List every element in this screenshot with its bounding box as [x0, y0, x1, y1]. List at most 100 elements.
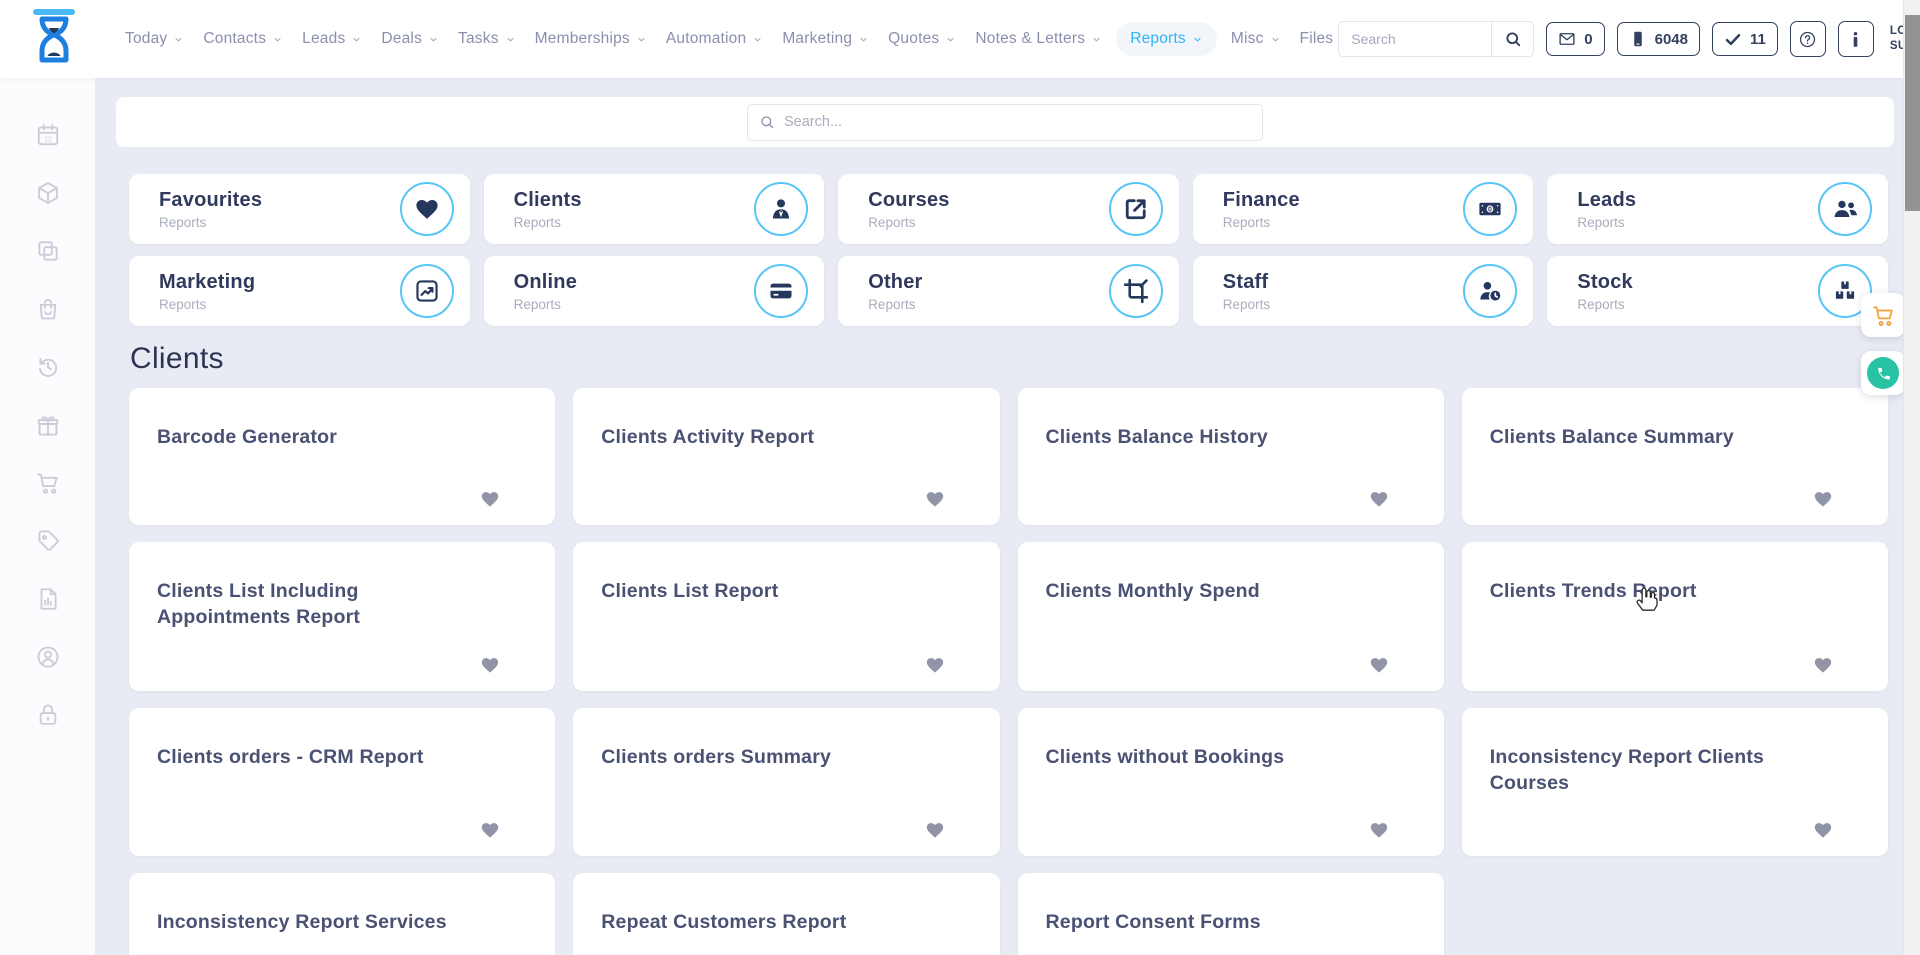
cart-icon[interactable] — [35, 470, 61, 496]
report-card-clients-balance-summary[interactable]: Clients Balance Summary — [1462, 388, 1888, 525]
category-text: FinanceReports — [1223, 189, 1450, 230]
account-icon[interactable] — [35, 644, 61, 670]
top-navbar: Today Contacts Leads Deals Tasks Memberships A… — [0, 0, 1903, 78]
nav-item-files[interactable]: Files — [1295, 22, 1339, 56]
nav-item-today[interactable]: Today — [120, 22, 189, 56]
report-title: Clients orders - CRM Report — [157, 744, 527, 770]
history-icon[interactable] — [35, 354, 61, 380]
nav-item-reports[interactable]: Reports — [1116, 22, 1217, 56]
report-category-grid: FavouritesReportsClientsReportsCoursesRe… — [129, 174, 1888, 326]
category-title: Leads — [1577, 189, 1804, 212]
category-card-leads[interactable]: LeadsReports — [1547, 174, 1888, 244]
chevron-down-icon — [428, 34, 439, 45]
chevron-down-icon — [858, 34, 869, 45]
favourite-heart-icon[interactable] — [1368, 820, 1390, 840]
report-card-clients-list-including-appointments-report[interactable]: Clients List Including Appointments Repo… — [129, 542, 555, 691]
nav-item-notes-letters[interactable]: Notes & Letters — [970, 22, 1107, 56]
favourite-heart-icon[interactable] — [924, 655, 946, 675]
favourite-heart-icon[interactable] — [479, 655, 501, 675]
favourite-heart-icon[interactable] — [924, 489, 946, 509]
nav-item-misc[interactable]: Misc — [1226, 22, 1286, 56]
lock-icon[interactable] — [35, 702, 61, 728]
calendar-icon[interactable]: 12 — [35, 122, 61, 148]
category-card-online[interactable]: OnlineReports — [484, 256, 825, 326]
favourite-heart-icon[interactable] — [1812, 489, 1834, 509]
header-right-cluster: 0604811 LONDON SUPPORT — [1338, 18, 1920, 60]
report-card-inconsistency-report-clients-courses[interactable]: Inconsistency Report Clients Courses — [1462, 708, 1888, 857]
category-title: Favourites — [159, 189, 386, 212]
phone-badge-count: 6048 — [1655, 31, 1688, 48]
nav-item-marketing[interactable]: Marketing — [777, 22, 874, 56]
category-subtitle: Reports — [868, 297, 1095, 312]
report-card-clients-orders-crm-report[interactable]: Clients orders - CRM Report — [129, 708, 555, 857]
category-subtitle: Reports — [868, 215, 1095, 230]
phone-badge-button[interactable]: 6048 — [1617, 22, 1700, 56]
nav-item-leads[interactable]: Leads — [297, 22, 367, 56]
tasks-badge-button[interactable]: 11 — [1712, 22, 1778, 56]
favourite-heart-icon[interactable] — [924, 820, 946, 840]
report-card-clients-orders-summary[interactable]: Clients orders Summary — [573, 708, 999, 857]
report-card-clients-activity-report[interactable]: Clients Activity Report — [573, 388, 999, 525]
main-nav: Today Contacts Leads Deals Tasks Memberships A… — [120, 22, 1338, 56]
check-icon — [1724, 30, 1742, 48]
shopping-bag-icon[interactable] — [35, 296, 61, 322]
nav-item-memberships[interactable]: Memberships — [530, 22, 652, 56]
nav-item-tasks[interactable]: Tasks — [453, 22, 521, 56]
copy-icon[interactable] — [35, 238, 61, 264]
category-title: Other — [868, 271, 1095, 294]
cart-floating-button[interactable] — [1861, 293, 1905, 337]
report-card-repeat-customers-report[interactable]: Repeat Customers Report — [573, 873, 999, 955]
favourite-heart-icon[interactable] — [1812, 820, 1834, 840]
report-card-clients-trends-report[interactable]: Clients Trends Report — [1462, 542, 1888, 691]
nav-item-label: Files — [1300, 30, 1334, 48]
category-subtitle: Reports — [1577, 297, 1804, 312]
category-card-clients[interactable]: ClientsReports — [484, 174, 825, 244]
app-logo-icon[interactable] — [28, 8, 80, 70]
nav-item-contacts[interactable]: Contacts — [198, 22, 288, 56]
category-text: OnlineReports — [514, 271, 741, 312]
nav-item-automation[interactable]: Automation — [661, 22, 768, 56]
favourite-heart-icon[interactable] — [1812, 655, 1834, 675]
category-card-finance[interactable]: FinanceReports0 — [1193, 174, 1534, 244]
category-card-courses[interactable]: CoursesReports — [838, 174, 1179, 244]
mail-badge-count: 0 — [1584, 31, 1592, 48]
navbar-search — [1338, 21, 1534, 57]
category-card-marketing[interactable]: MarketingReports — [129, 256, 470, 326]
favourite-heart-icon[interactable] — [479, 820, 501, 840]
whatsapp-floating-button[interactable] — [1861, 351, 1905, 395]
report-card-report-consent-forms[interactable]: Report Consent Forms — [1018, 873, 1444, 955]
favourite-heart-icon[interactable] — [1368, 655, 1390, 675]
nav-item-label: Contacts — [203, 30, 266, 48]
chevron-down-icon — [1091, 34, 1102, 45]
navbar-search-input[interactable] — [1339, 22, 1491, 56]
report-doc-icon[interactable] — [35, 586, 61, 612]
nav-item-label: Notes & Letters — [975, 30, 1085, 48]
report-card-clients-balance-history[interactable]: Clients Balance History — [1018, 388, 1444, 525]
category-card-staff[interactable]: StaffReports — [1193, 256, 1534, 326]
gift-icon[interactable] — [35, 412, 61, 438]
category-card-other[interactable]: Other Reports — [838, 256, 1179, 326]
favourite-heart-icon[interactable] — [1368, 489, 1390, 509]
category-card-stock[interactable]: StockReports — [1547, 256, 1888, 326]
price-tag-icon[interactable] — [35, 528, 61, 554]
category-subtitle: Reports — [1223, 215, 1450, 230]
report-title: Report Consent Forms — [1046, 909, 1416, 935]
scrollbar-thumb[interactable] — [1905, 15, 1920, 211]
report-title: Clients Balance History — [1046, 424, 1416, 450]
mail-badge-button[interactable]: 0 — [1546, 22, 1604, 56]
report-card-clients-monthly-spend[interactable]: Clients Monthly Spend — [1018, 542, 1444, 691]
package-icon[interactable] — [35, 180, 61, 206]
nav-item-deals[interactable]: Deals — [376, 22, 444, 56]
nav-item-quotes[interactable]: Quotes — [883, 22, 961, 56]
favourite-heart-icon[interactable] — [479, 489, 501, 509]
info-button[interactable] — [1838, 21, 1874, 57]
report-card-inconsistency-report-services[interactable]: Inconsistency Report Services — [129, 873, 555, 955]
category-card-favourites[interactable]: FavouritesReports — [129, 174, 470, 244]
report-card-clients-list-report[interactable]: Clients List Report — [573, 542, 999, 691]
reports-search-input[interactable] — [747, 104, 1263, 141]
report-card-clients-without-bookings[interactable]: Clients without Bookings — [1018, 708, 1444, 857]
report-card-barcode-generator[interactable]: Barcode Generator — [129, 388, 555, 525]
vertical-scrollbar[interactable] — [1903, 0, 1920, 955]
navbar-search-button[interactable] — [1491, 22, 1533, 56]
help-button[interactable] — [1790, 21, 1826, 57]
